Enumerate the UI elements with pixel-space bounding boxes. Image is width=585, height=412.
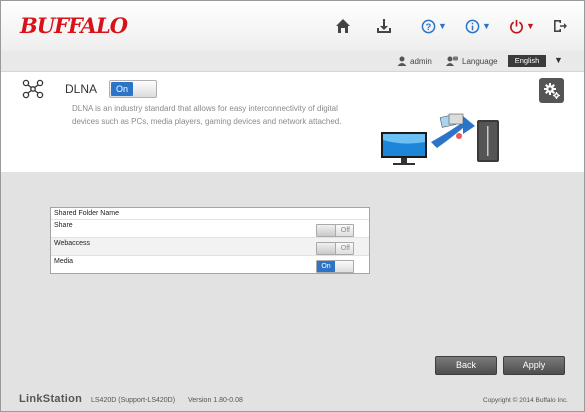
toggle-knob: [317, 243, 336, 254]
folder-name: Media: [54, 258, 74, 265]
dlna-toggle-state: On: [111, 82, 133, 96]
table-row: Share Off: [51, 219, 369, 237]
info-menu[interactable]: ▼: [465, 15, 491, 37]
settings-button[interactable]: [539, 78, 564, 103]
user-info: admin: [397, 56, 432, 66]
user-bar: admin Language English ▼: [1, 51, 584, 72]
product-name: LinkStation: [19, 393, 83, 405]
language-icon: [446, 56, 458, 66]
chevron-down-icon: ▼: [482, 21, 491, 31]
dlna-panel: DLNA On DLNA is an industry standard tha…: [1, 72, 584, 172]
toggle-state: Off: [340, 245, 350, 252]
dlna-toggle[interactable]: On: [109, 80, 157, 98]
username: admin: [410, 56, 432, 66]
table-row: Media On: [51, 255, 369, 273]
share-toggle[interactable]: Off: [316, 224, 354, 237]
info-icon: [465, 19, 480, 33]
help-icon: ?: [421, 19, 436, 33]
back-button[interactable]: Back: [435, 356, 497, 375]
dlna-description: DLNA is an industry standard that allows…: [72, 104, 342, 126]
power-icon: [510, 19, 523, 34]
gears-icon: [543, 82, 560, 99]
dlna-icon: [22, 79, 44, 104]
media-toggle[interactable]: On: [316, 260, 354, 273]
table-header: Shared Folder Name: [54, 210, 119, 217]
user-icon: [397, 56, 407, 66]
chevron-down-icon[interactable]: ▼: [554, 55, 563, 65]
page-title: DLNA: [65, 82, 98, 96]
toggle-state: On: [317, 261, 335, 272]
power-menu[interactable]: ▼: [509, 15, 535, 37]
folder-name: Webaccess: [54, 240, 91, 247]
chevron-down-icon: ▼: [526, 21, 535, 31]
version-text: Version 1.80-0.08: [188, 397, 243, 404]
download-icon[interactable]: [376, 15, 392, 37]
home-icon[interactable]: [335, 15, 351, 37]
buffalo-logo: BUFFALO: [20, 13, 128, 38]
table-row: Webaccess Off: [51, 237, 369, 255]
shared-folder-table: Shared Folder Name Share Off Webaccess O…: [50, 207, 370, 274]
toggle-knob: [317, 225, 336, 236]
language-select[interactable]: English: [508, 55, 546, 67]
help-menu[interactable]: ? ▼: [421, 15, 447, 37]
toggle-state: Off: [340, 227, 350, 234]
window: BUFFALO ? ▼ ▼ ▼ admin Language English ▼…: [0, 0, 585, 412]
folder-name: Share: [54, 222, 73, 229]
logout-icon[interactable]: [552, 15, 568, 37]
dlna-illustration: [379, 112, 504, 172]
language-label: Language: [462, 56, 498, 66]
webaccess-toggle[interactable]: Off: [316, 242, 354, 255]
language-label-group: Language: [446, 56, 498, 66]
svg-text:?: ?: [426, 21, 432, 31]
copyright-text: Copyright © 2014 Buffalo Inc.: [483, 397, 568, 404]
apply-button[interactable]: Apply: [503, 356, 565, 375]
chevron-down-icon: ▼: [438, 21, 447, 31]
top-bar: BUFFALO ? ▼ ▼ ▼: [1, 1, 584, 51]
model-name: LS420D (Support-LS420D): [91, 397, 176, 404]
footer: LinkStation LS420D (Support-LS420D) Vers…: [1, 391, 584, 411]
